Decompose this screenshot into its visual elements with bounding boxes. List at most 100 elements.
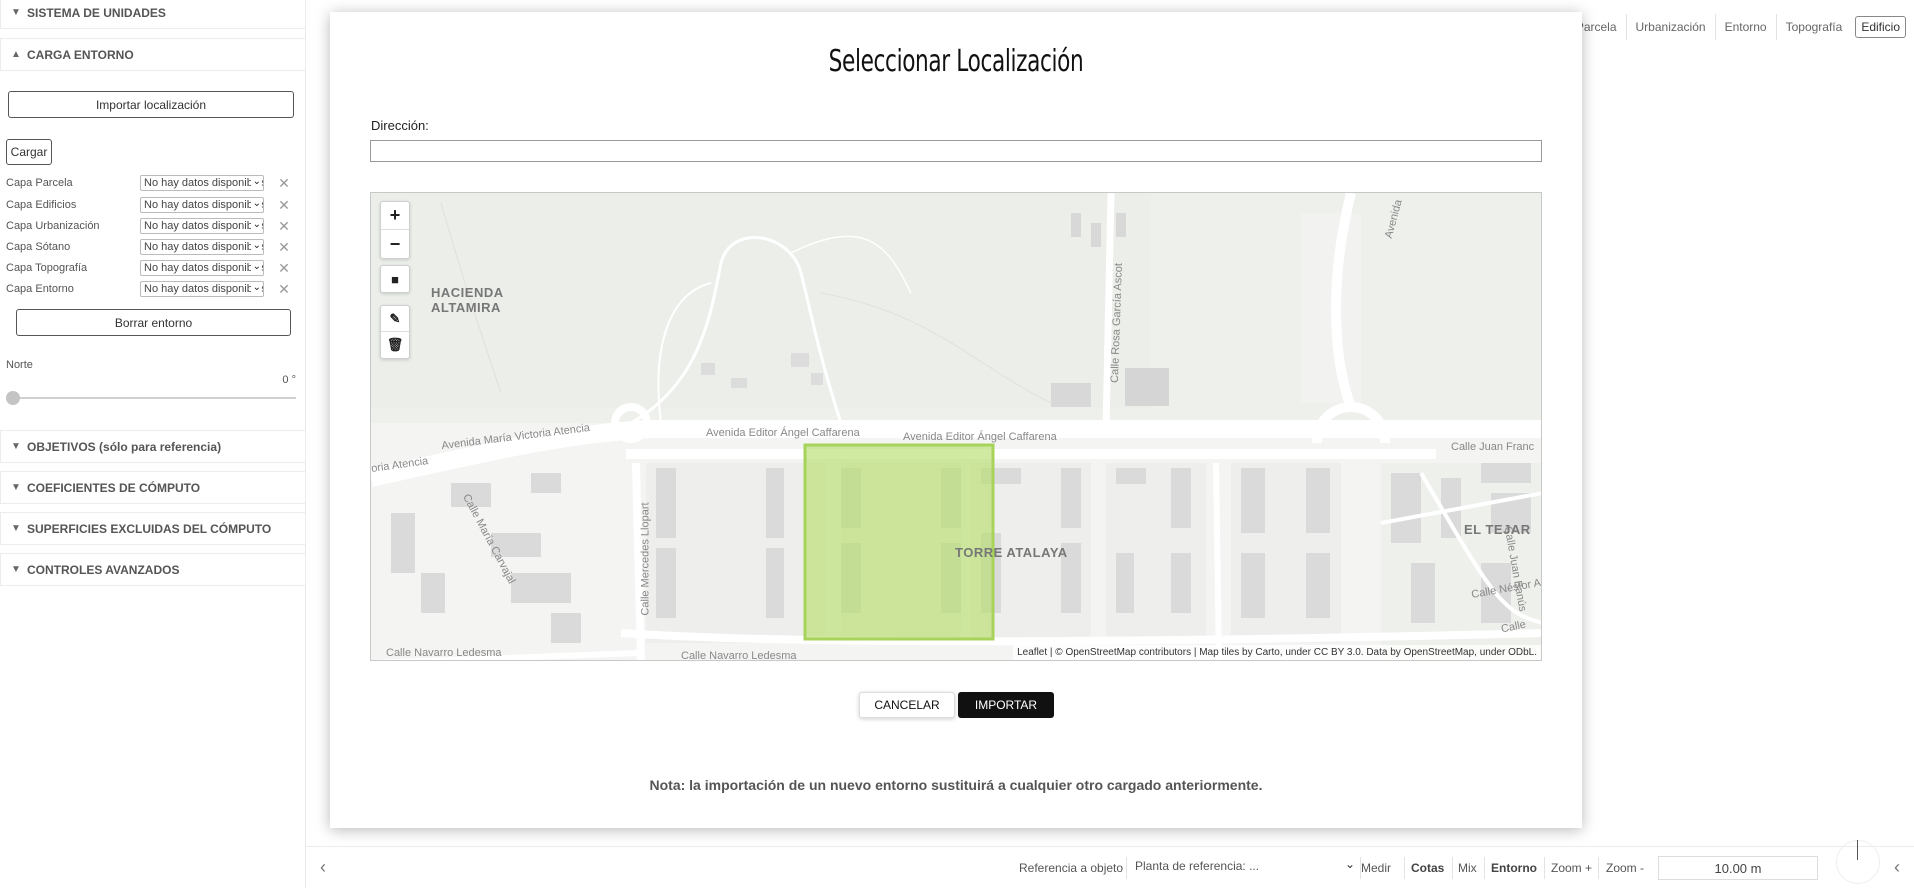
layer-name: Capa Entorno	[6, 283, 74, 295]
street-label: Avenida Editor Ángel Caffarena	[706, 427, 860, 439]
map-label-torre-atalaya: TORRE ATALAYA	[955, 545, 1068, 560]
close-icon[interactable]: ✕	[274, 239, 294, 256]
close-icon[interactable]: ✕	[274, 218, 294, 235]
chevron-down-icon: ▼	[11, 441, 21, 452]
tab-topografia[interactable]: Topografía	[1775, 14, 1852, 40]
address-input[interactable]	[370, 140, 1542, 162]
chevron-left-icon[interactable]: ‹	[320, 857, 326, 878]
ref-plant-value: Planta de referencia: ...	[1135, 859, 1260, 873]
close-icon[interactable]: ✕	[274, 260, 294, 277]
close-icon[interactable]: ✕	[274, 175, 294, 192]
section-carga-entorno[interactable]: ▲ CARGA ENTORNO	[0, 38, 306, 71]
layer-select[interactable]: No hay datos disponibles ⌄	[140, 281, 264, 297]
clear-environment-button[interactable]: Borrar entorno	[16, 309, 291, 336]
layer-row-urbanizacion: Capa Urbanización No hay datos disponibl…	[6, 216, 296, 236]
divider	[1452, 857, 1453, 879]
layer-select[interactable]: No hay datos disponibles ⌄	[140, 175, 264, 191]
layer-name: Capa Parcela	[6, 177, 73, 189]
layer-select[interactable]: No hay datos disponibles ⌄	[140, 218, 264, 234]
layer-select[interactable]: No hay datos disponibles ⌄	[140, 239, 264, 255]
close-icon[interactable]: ✕	[274, 197, 294, 214]
chevron-down-icon: ⌄	[250, 261, 261, 272]
street-label: Avenida Editor Ángel Caffarena	[903, 431, 1057, 443]
bottom-toolbar: ‹ Referencia a objeto Planta de referenc…	[306, 846, 1914, 888]
view-tabs: Parcela Urbanización Entorno Topografía …	[1567, 14, 1906, 40]
import-button[interactable]: IMPORTAR	[958, 692, 1054, 718]
section-label: CARGA ENTORNO	[27, 47, 134, 62]
section-objetivos[interactable]: ▼ OBJETIVOS (sólo para referencia)	[0, 430, 306, 463]
ref-plant-select[interactable]: Planta de referencia: ... ⌄	[1135, 857, 1355, 877]
compass-icon[interactable]	[1836, 840, 1880, 884]
section-label: SISTEMA DE UNIDADES	[27, 5, 166, 20]
divider	[1598, 857, 1599, 879]
edit-icon[interactable]: ✎	[381, 306, 409, 332]
street-label: Calle Juan Franc	[1451, 441, 1535, 453]
divider	[1404, 857, 1405, 879]
sidebar: ▼ SISTEMA DE UNIDADES ▲ CARGA ENTORNO Im…	[0, 0, 306, 888]
section-coeficientes[interactable]: ▼ COEFICIENTES DE CÓMPUTO	[0, 471, 306, 504]
cancel-button[interactable]: CANCELAR	[859, 692, 955, 718]
layer-row-sotano: Capa Sótano No hay datos disponibles ⌄ ✕	[6, 237, 296, 257]
chevron-left-icon[interactable]: ‹	[1894, 857, 1900, 878]
import-location-button[interactable]: Importar localización	[8, 91, 294, 118]
map-attribution: Leaflet | © OpenStreetMap contributors |…	[1013, 645, 1541, 660]
section-label: CONTROLES AVANZADOS	[27, 562, 180, 577]
north-label: Norte	[6, 359, 33, 371]
north-slider-thumb[interactable]	[6, 391, 20, 405]
layer-row-topografia: Capa Topografía No hay datos disponibles…	[6, 258, 296, 278]
section-controles-avanzados[interactable]: ▼ CONTROLES AVANZADOS	[0, 553, 306, 586]
rectangle-icon[interactable]: ■	[381, 266, 409, 292]
chevron-down-icon: ⌄	[250, 198, 261, 209]
layer-select-value: No hay datos disponibles	[144, 262, 264, 274]
ref-object-toggle[interactable]: Referencia a objeto	[1019, 861, 1123, 875]
chevron-down-icon: ⌄	[250, 219, 261, 230]
chevron-down-icon: ⌄	[1344, 857, 1355, 871]
selected-area	[803, 443, 995, 641]
zoom-in-button[interactable]: +	[381, 202, 409, 230]
chevron-down-icon: ▼	[11, 482, 21, 493]
layer-select[interactable]: No hay datos disponibles ⌄	[140, 197, 264, 213]
layer-name: Capa Urbanización	[6, 220, 100, 232]
layer-row-edificios: Capa Edificios No hay datos disponibles ⌄…	[6, 195, 296, 215]
zoom-value-input[interactable]: 10.00 m	[1658, 856, 1818, 880]
zoom-in-button[interactable]: Zoom +	[1551, 861, 1592, 875]
zoom-controls: + −	[380, 201, 410, 259]
layer-name: Capa Edificios	[6, 199, 77, 211]
street-label: Calle Navarro Ledesma	[386, 647, 502, 659]
address-label: Dirección:	[371, 118, 429, 133]
trash-icon[interactable]: 🗑	[381, 332, 409, 358]
layer-select-value: No hay datos disponibles	[144, 199, 264, 211]
section-sistema-unidades[interactable]: ▼ SISTEMA DE UNIDADES	[0, 0, 306, 29]
tab-edificio[interactable]: Edificio	[1855, 16, 1906, 38]
zoom-out-button[interactable]: −	[381, 230, 409, 258]
north-slider-track[interactable]	[12, 397, 296, 399]
layer-select[interactable]: No hay datos disponibles ⌄	[140, 260, 264, 276]
environment-button[interactable]: Entorno	[1491, 861, 1537, 875]
compass-needle	[1857, 840, 1858, 860]
chevron-up-icon: ▲	[11, 49, 21, 60]
map-label-line: ALTAMIRA	[431, 300, 501, 315]
load-button[interactable]: Cargar	[6, 139, 52, 165]
select-location-modal: Seleccionar Localización Dirección: HACI…	[330, 12, 1582, 828]
tab-entorno[interactable]: Entorno	[1714, 14, 1776, 40]
divider	[1484, 857, 1485, 879]
layer-name: Capa Sótano	[6, 241, 71, 253]
close-icon[interactable]: ✕	[274, 281, 294, 298]
layer-select-value: No hay datos disponibles	[144, 177, 264, 189]
section-superficies[interactable]: ▼ SUPERFICIES EXCLUIDAS DEL CÓMPUTO	[0, 512, 306, 545]
zoom-out-button[interactable]: Zoom -	[1606, 861, 1644, 875]
edit-controls: ✎ 🗑	[380, 305, 410, 359]
draw-rectangle-control: ■	[380, 265, 410, 293]
mix-button[interactable]: Mix	[1458, 861, 1477, 875]
dims-button[interactable]: Cotas	[1411, 861, 1444, 875]
map-label-line: HACIENDA	[431, 285, 504, 300]
location-map[interactable]: HACIENDA ALTAMIRA TORRE ATALAYA EL TEJAR…	[370, 192, 1542, 661]
layer-name: Capa Topografía	[6, 262, 88, 274]
tab-urbanizacion[interactable]: Urbanización	[1625, 14, 1715, 40]
chevron-down-icon: ▼	[11, 564, 21, 575]
street-label: Calle Navarro Ledesma	[681, 650, 797, 661]
import-note: Nota: la importación de un nuevo entorno…	[649, 777, 1263, 793]
measure-button[interactable]: Medir	[1361, 861, 1391, 875]
layer-row-parcela: Capa Parcela No hay datos disponibles ⌄ ✕	[6, 173, 296, 193]
chevron-down-icon: ⌄	[250, 282, 261, 293]
